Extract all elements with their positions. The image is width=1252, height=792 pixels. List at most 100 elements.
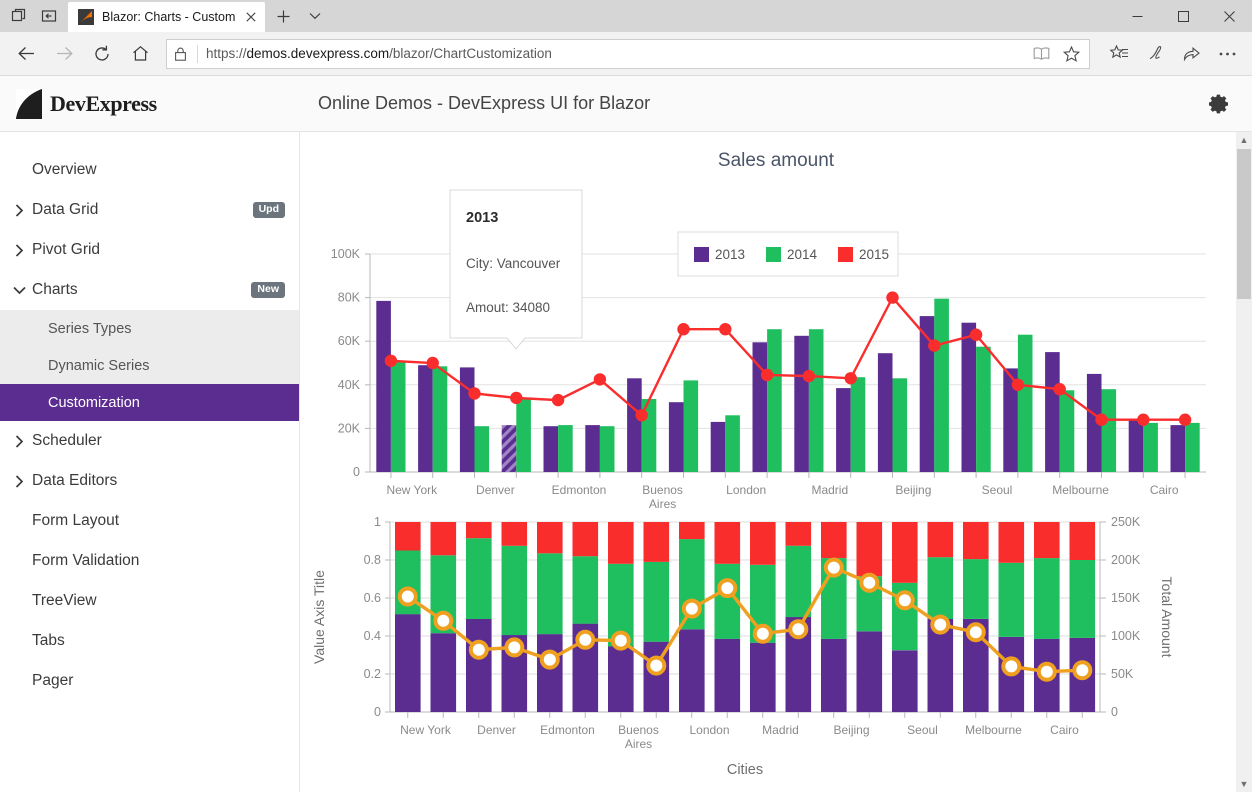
favorites-hub-icon[interactable] bbox=[1102, 37, 1136, 71]
sidebar-item-pivot-grid[interactable]: Pivot Grid bbox=[0, 230, 299, 270]
favorites-star-icon[interactable] bbox=[1057, 41, 1085, 67]
devexpress-logo[interactable]: DevExpress bbox=[16, 88, 300, 119]
sales-amount-chart[interactable]: 0 20K 40K 60K 80K 100K New York Denver Edmonton B… bbox=[300, 172, 1236, 512]
sidebar-item-data-grid[interactable]: Data Grid Upd bbox=[0, 190, 299, 230]
svg-text:150K: 150K bbox=[1111, 591, 1141, 605]
svg-text:Aires: Aires bbox=[625, 737, 652, 751]
svg-text:20K: 20K bbox=[338, 421, 361, 435]
svg-text:Edmonton: Edmonton bbox=[552, 483, 607, 497]
web-notes-pen-icon[interactable] bbox=[1138, 37, 1172, 71]
svg-text:Aires: Aires bbox=[649, 497, 676, 511]
sidebar-item-label: Charts bbox=[32, 281, 78, 298]
tab-menu-chevron-down-icon[interactable] bbox=[299, 1, 331, 31]
browser-window: Blazor: Charts - Custom https://demos.de… bbox=[0, 0, 1252, 792]
svg-text:80K: 80K bbox=[338, 291, 361, 305]
svg-text:New York: New York bbox=[386, 483, 438, 497]
refresh-icon[interactable] bbox=[84, 37, 120, 71]
reading-view-icon[interactable] bbox=[1027, 41, 1055, 67]
svg-text:London: London bbox=[726, 483, 766, 497]
tab-title: Blazor: Charts - Custom bbox=[102, 10, 236, 24]
sidebar-item-data-editors[interactable]: Data Editors bbox=[0, 461, 299, 501]
svg-text:Melbourne: Melbourne bbox=[1052, 483, 1109, 497]
sidebar-item-customization[interactable]: Customization bbox=[0, 384, 299, 421]
address-bar-actions bbox=[1027, 41, 1085, 67]
tabstrip-actions bbox=[265, 0, 331, 32]
sidebar-subitem-label: Series Types bbox=[48, 320, 132, 337]
status-badge: New bbox=[251, 282, 285, 298]
more-options-icon[interactable] bbox=[1210, 37, 1244, 71]
svg-text:200K: 200K bbox=[1111, 553, 1141, 567]
sidebar-item-dynamic-series[interactable]: Dynamic Series bbox=[0, 347, 299, 384]
home-icon[interactable] bbox=[122, 37, 158, 71]
page-title: Online Demos - DevExpress UI for Blazor bbox=[318, 93, 651, 113]
window-maximize-button[interactable] bbox=[1160, 0, 1206, 32]
sidebar-item-form-layout[interactable]: Form Layout bbox=[0, 501, 299, 541]
gear-icon[interactable] bbox=[1204, 89, 1234, 119]
address-bar[interactable]: https://demos.devexpress.com/blazor/Char… bbox=[166, 38, 1090, 69]
scroll-up-arrow-icon[interactable]: ▲ bbox=[1236, 132, 1252, 148]
sidebar-submenu-charts: Series Types Dynamic Series Customizatio… bbox=[0, 310, 299, 421]
scroll-down-arrow-icon[interactable]: ▼ bbox=[1236, 776, 1252, 792]
scrollbar-thumb[interactable] bbox=[1237, 149, 1251, 299]
sidebar-navigation: Overview Data Grid Upd Pivot Grid Charts… bbox=[0, 132, 300, 792]
url-scheme: https:// bbox=[206, 46, 247, 61]
svg-text:Cities: Cities bbox=[727, 762, 763, 778]
tab-preview-icon[interactable] bbox=[4, 1, 34, 31]
window-close-button[interactable] bbox=[1206, 0, 1252, 32]
forward-arrow-icon[interactable] bbox=[46, 37, 82, 71]
tabstrip-left-buttons bbox=[0, 0, 68, 32]
svg-text:100K: 100K bbox=[331, 247, 361, 261]
svg-text:Madrid: Madrid bbox=[762, 723, 799, 737]
svg-text:Denver: Denver bbox=[476, 483, 515, 497]
svg-text:Edmonton: Edmonton bbox=[540, 723, 595, 737]
svg-text:Seoul: Seoul bbox=[982, 483, 1013, 497]
svg-text:0: 0 bbox=[353, 465, 360, 479]
svg-text:Cairo: Cairo bbox=[1050, 723, 1079, 737]
page-scrollbar[interactable]: ▲ ▼ bbox=[1236, 132, 1252, 792]
address-bar-divider bbox=[197, 44, 198, 63]
navigation-toolbar: https://demos.devexpress.com/blazor/Char… bbox=[0, 32, 1252, 76]
sidebar-item-label: Tabs bbox=[32, 632, 65, 649]
svg-text:Amout: 34080: Amout: 34080 bbox=[466, 300, 550, 315]
new-tab-button[interactable] bbox=[267, 1, 299, 31]
chevron-right-icon bbox=[12, 434, 26, 448]
sidebar-item-scheduler[interactable]: Scheduler bbox=[0, 421, 299, 461]
url-path: /blazor/ChartCustomization bbox=[389, 46, 552, 61]
back-arrow-icon[interactable] bbox=[8, 37, 44, 71]
sidebar-item-label: Data Grid bbox=[32, 201, 99, 218]
svg-text:0.6: 0.6 bbox=[364, 591, 381, 605]
sidebar-item-pager[interactable]: Pager bbox=[0, 661, 299, 701]
sidebar-item-form-validation[interactable]: Form Validation bbox=[0, 541, 299, 581]
svg-text:New York: New York bbox=[400, 723, 452, 737]
tab-close-icon[interactable] bbox=[243, 9, 259, 25]
set-aside-tabs-icon[interactable] bbox=[34, 1, 64, 31]
svg-text:Melbourne: Melbourne bbox=[965, 723, 1022, 737]
demo-content: Sales amount 0 20K 40K 60K 80K 100K New York De… bbox=[300, 132, 1252, 792]
sidebar-item-label: Overview bbox=[32, 161, 97, 178]
svg-text:Buenos: Buenos bbox=[618, 723, 659, 737]
sidebar-item-label: Pager bbox=[32, 672, 74, 689]
devexpress-logo-icon bbox=[16, 88, 44, 119]
svg-text:Buenos: Buenos bbox=[642, 483, 683, 497]
sidebar-item-charts[interactable]: Charts New bbox=[0, 270, 299, 310]
sidebar-item-overview[interactable]: Overview bbox=[0, 150, 299, 190]
sales-amount-chart-title: Sales amount bbox=[717, 150, 835, 171]
sidebar-item-label: Form Layout bbox=[32, 512, 120, 529]
sidebar-subitem-label: Customization bbox=[48, 394, 140, 411]
chevron-right-icon bbox=[12, 203, 26, 217]
stacked-cities-chart[interactable]: 0 0.2 0.4 0.6 0.8 1 0 50K 100K 150K 200K 250K Value … bbox=[300, 512, 1236, 792]
devexpress-logo-text: DevExpress bbox=[50, 90, 157, 116]
svg-text:Madrid: Madrid bbox=[811, 483, 848, 497]
sidebar-item-treeview[interactable]: TreeView bbox=[0, 581, 299, 621]
browser-tab[interactable]: Blazor: Charts - Custom bbox=[68, 2, 266, 32]
svg-text:Total Amount: Total Amount bbox=[1159, 577, 1175, 658]
svg-text:Seoul: Seoul bbox=[907, 723, 938, 737]
share-icon[interactable] bbox=[1174, 37, 1208, 71]
sidebar-item-tabs[interactable]: Tabs bbox=[0, 621, 299, 661]
url-text[interactable]: https://demos.devexpress.com/blazor/Char… bbox=[206, 46, 1019, 61]
svg-text:London: London bbox=[689, 723, 729, 737]
window-minimize-button[interactable] bbox=[1114, 0, 1160, 32]
chevron-right-icon bbox=[12, 243, 26, 257]
svg-text:0.2: 0.2 bbox=[364, 667, 381, 681]
sidebar-item-series-types[interactable]: Series Types bbox=[0, 310, 299, 347]
